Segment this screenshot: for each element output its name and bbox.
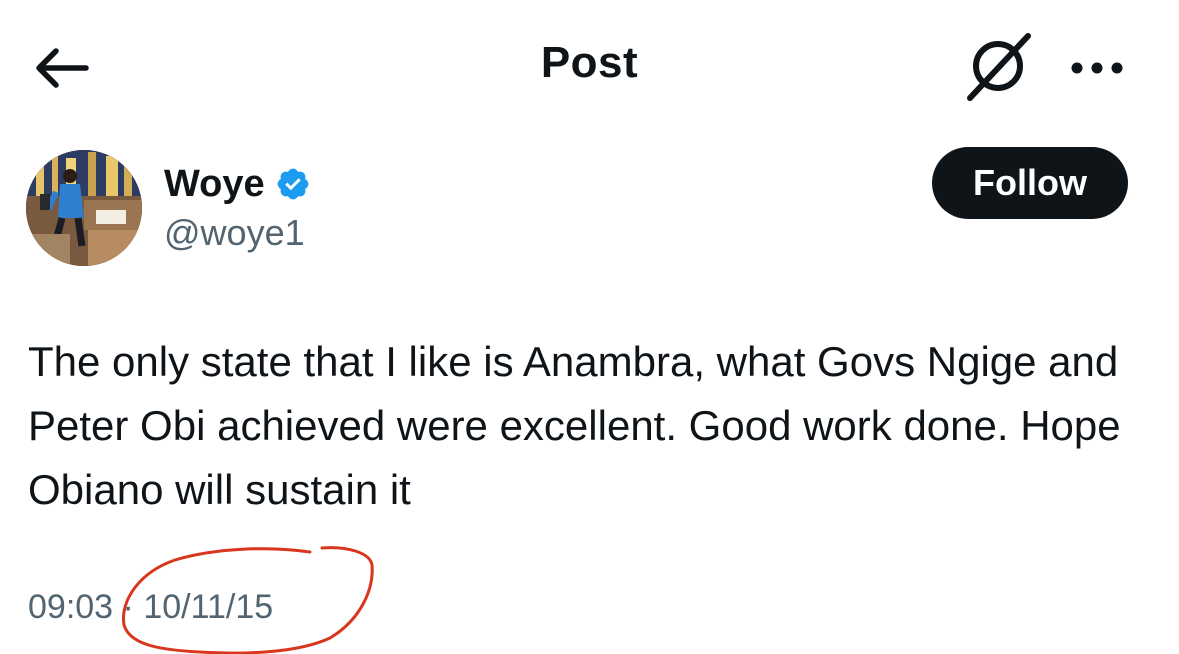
more-options-button[interactable]: [1062, 44, 1132, 92]
avatar-image: [26, 150, 142, 266]
grok-button[interactable]: [958, 30, 1038, 104]
avatar[interactable]: [26, 150, 142, 266]
post-time: 09:03: [28, 588, 114, 626]
display-name[interactable]: Woye: [164, 163, 265, 206]
author-name-row[interactable]: Woye: [164, 160, 311, 208]
follow-button[interactable]: Follow: [932, 147, 1128, 219]
post-timestamp[interactable]: 09:03 · 10/11/15: [28, 588, 273, 627]
verified-badge-icon[interactable]: [275, 166, 311, 202]
post-date: 10/11/15: [143, 588, 274, 626]
meta-separator: ·: [122, 588, 134, 626]
post-text: The only state that I like is Anambra, w…: [28, 338, 1121, 513]
top-bar: Post: [0, 0, 1179, 134]
grok-icon: [967, 33, 1031, 101]
author-handle[interactable]: @woye1: [164, 212, 305, 254]
more-icon: [1071, 62, 1123, 74]
